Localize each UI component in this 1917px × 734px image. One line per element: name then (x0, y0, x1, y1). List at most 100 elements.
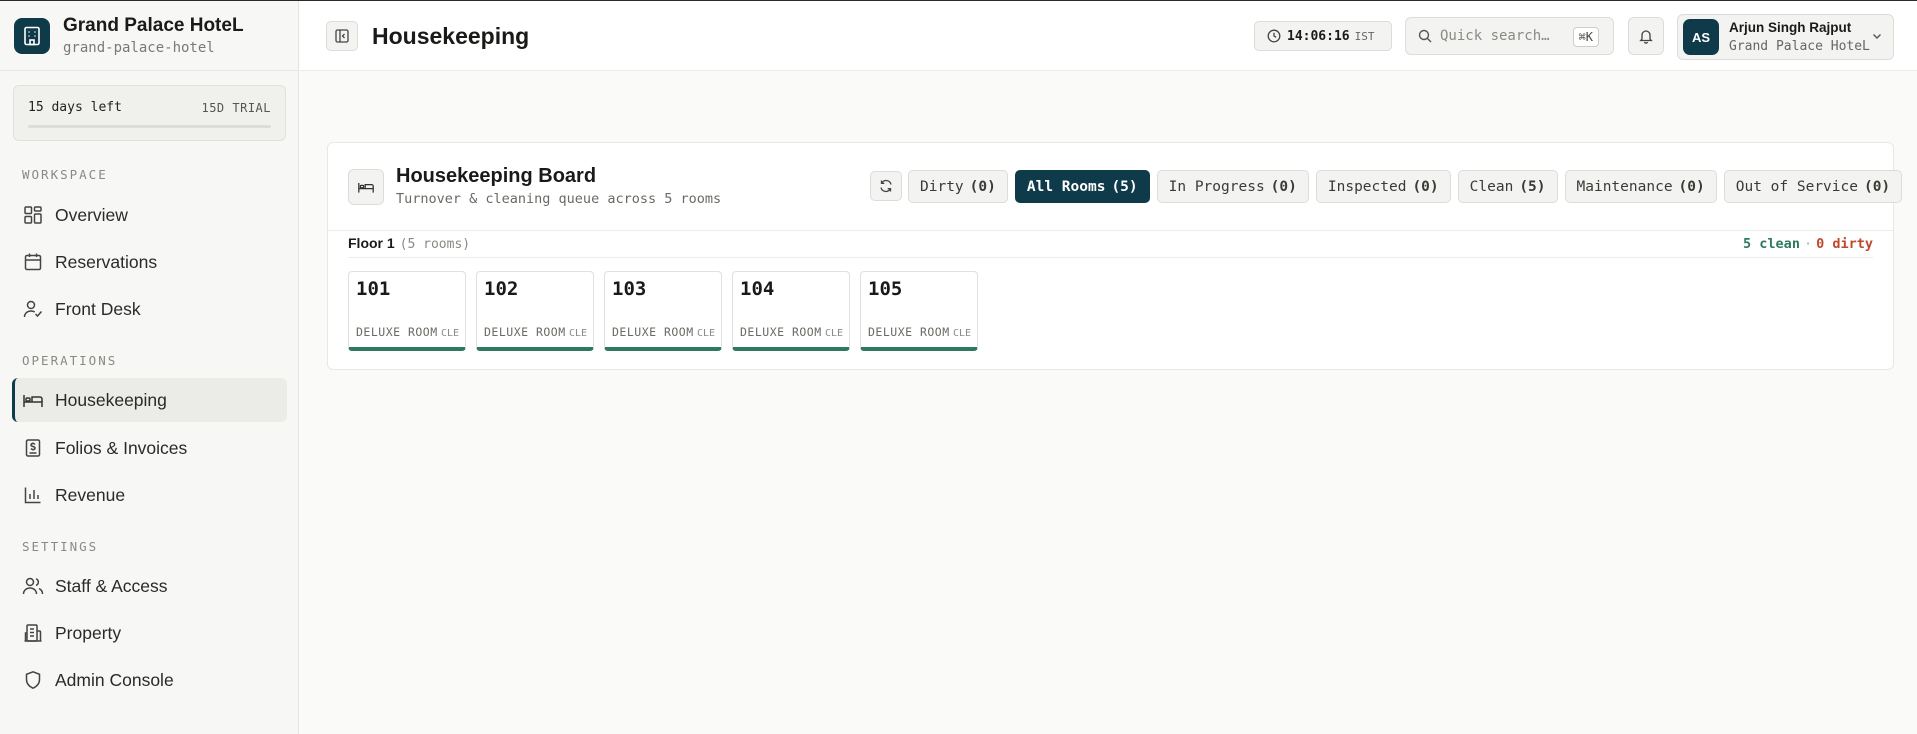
room-number: 101 (356, 278, 391, 300)
stat-separator: · (1803, 236, 1813, 252)
calendar-icon (22, 251, 44, 273)
sidebar-item-staff-access[interactable]: Staff & Access (12, 564, 287, 608)
floor-stats: 5 clean · 0 dirty (1743, 236, 1873, 252)
room-status: CLE (824, 328, 843, 339)
filter-label: In Progress (1168, 178, 1265, 195)
building-icon (22, 622, 44, 644)
room-card[interactable]: 102 DELUXE ROOM CLE (476, 271, 594, 351)
shield-icon (22, 669, 44, 691)
room-status: CLE (440, 328, 459, 339)
clean-count: 5 clean (1743, 236, 1800, 252)
refresh-icon (880, 179, 892, 193)
trial-badge: 15D TRIAL (201, 100, 271, 115)
sidebar-item-label: Property (55, 622, 122, 643)
chevron-down-icon (1873, 34, 1881, 39)
panel-left-icon (335, 29, 349, 43)
room-type: DELUXE ROOM (484, 325, 566, 339)
room-status: CLE (568, 328, 587, 339)
user-menu[interactable]: AS Arjun Singh Rajput Grand Palace HoteL (1677, 14, 1894, 60)
room-card[interactable]: 101 DELUXE ROOM CLE (348, 271, 466, 351)
sidebar-item-front-desk[interactable]: Front Desk (12, 287, 287, 331)
bed-icon (22, 389, 44, 411)
floor-room-count: (5 rooms) (399, 237, 471, 252)
bell-icon (1639, 30, 1653, 44)
brand-header[interactable]: Grand Palace HoteL grand-palace-hotel (0, 1, 298, 71)
search-input[interactable] (1440, 28, 1560, 44)
filter-inspected[interactable]: Inspected (0) (1315, 170, 1451, 203)
room-card[interactable]: 105 DELUXE ROOM CLE (860, 271, 978, 351)
hotel-building-icon (14, 17, 50, 54)
room-type: DELUXE ROOM (740, 325, 822, 339)
filter-count: (5) (1519, 178, 1546, 195)
filter-dirty[interactable]: Dirty (0) (908, 170, 1008, 203)
filter-count: (5) (1111, 178, 1138, 195)
filter-in-progress[interactable]: In Progress (0) (1156, 170, 1309, 203)
clock-icon (1267, 29, 1281, 43)
sidebar-item-admin-console[interactable]: Admin Console (12, 658, 287, 702)
room-number: 103 (612, 278, 647, 300)
sidebar-item-folios-invoices[interactable]: Folios & Invoices (12, 426, 287, 470)
board-title: Housekeeping Board (396, 165, 597, 187)
filter-label: Inspected (1327, 178, 1407, 195)
quick-search[interactable]: ⌘K (1405, 17, 1614, 55)
sidebar-item-label: Folios & Invoices (55, 437, 188, 458)
sidebar: Grand Palace HoteL grand-palace-hotel 15… (0, 1, 299, 734)
floor-name: Floor 1 (348, 235, 395, 251)
room-status: CLE (952, 328, 971, 339)
trial-banner[interactable]: 15 days left 15D TRIAL (13, 85, 286, 141)
room-status: CLE (696, 328, 715, 339)
board-header: Housekeeping Board Turnover & cleaning q… (328, 143, 1903, 231)
filter-label: Out of Service (1735, 178, 1858, 195)
filter-all-rooms[interactable]: All Rooms (5) (1014, 170, 1150, 203)
filter-clean[interactable]: Clean (5) (1457, 170, 1558, 203)
receipt-icon (22, 437, 44, 459)
room-number: 105 (868, 278, 903, 300)
filter-count: (0) (1412, 178, 1439, 195)
room-type: DELUXE ROOM (612, 325, 694, 339)
filter-count: (0) (1678, 178, 1705, 195)
user-check-icon (22, 298, 44, 320)
section-label-workspace: WORKSPACE (22, 167, 108, 182)
filter-maintenance[interactable]: Maintenance (0) (1564, 170, 1717, 203)
room-type: DELUXE ROOM (356, 325, 438, 339)
page-title: Housekeeping (372, 23, 530, 49)
filter-count: (0) (969, 178, 996, 195)
trial-progress-bar (28, 125, 271, 128)
housekeeping-board: Housekeeping Board Turnover & cleaning q… (327, 142, 1903, 370)
notifications-button[interactable] (1628, 17, 1664, 55)
room-type: DELUXE ROOM (868, 325, 950, 339)
sidebar-item-housekeeping[interactable]: Housekeeping (12, 378, 287, 422)
sidebar-toggle-button[interactable] (326, 21, 358, 51)
sidebar-item-overview[interactable]: Overview (12, 193, 287, 237)
floor-header: Floor 1 (5 rooms) 5 clean · 0 dirty (348, 231, 1873, 258)
section-label-settings: SETTINGS (22, 539, 99, 554)
brand-name: Grand Palace HoteL (63, 15, 244, 36)
sidebar-item-label: Housekeeping (55, 389, 167, 410)
dirty-count: 0 dirty (1816, 236, 1873, 252)
room-number: 102 (484, 278, 519, 300)
filter-out-of-service[interactable]: Out of Service (0) (1723, 170, 1903, 203)
filter-label: All Rooms (1026, 178, 1106, 195)
sidebar-item-reservations[interactable]: Reservations (12, 240, 287, 284)
trial-days-left: 15 days left (28, 100, 122, 115)
section-label-operations: OPERATIONS (22, 353, 118, 368)
search-icon (1418, 29, 1432, 43)
room-card[interactable]: 103 DELUXE ROOM CLE (604, 271, 722, 351)
sidebar-item-label: Revenue (55, 484, 126, 505)
clock-display: 14:06:16 IST (1254, 21, 1392, 51)
sidebar-item-property[interactable]: Property (12, 611, 287, 655)
room-card[interactable]: 104 DELUXE ROOM CLE (732, 271, 850, 351)
sidebar-item-label: Overview (55, 204, 128, 225)
filter-label: Dirty (920, 178, 964, 195)
sidebar-item-revenue[interactable]: Revenue (12, 473, 287, 517)
bar-chart-icon (22, 484, 44, 506)
avatar: AS (1683, 19, 1719, 55)
sidebar-item-label: Reservations (55, 251, 158, 272)
refresh-button[interactable] (870, 171, 902, 201)
filter-count: (0) (1863, 178, 1891, 195)
user-property: Grand Palace HoteL (1729, 39, 1870, 54)
top-header: Housekeeping 14:06:16 IST ⌘K AS Arjun Si… (300, 1, 1917, 71)
users-icon (22, 575, 44, 597)
status-filters: Dirty (0) All Rooms (5) In Progress (0) Ins… (908, 170, 1903, 203)
bed-icon (348, 169, 384, 205)
